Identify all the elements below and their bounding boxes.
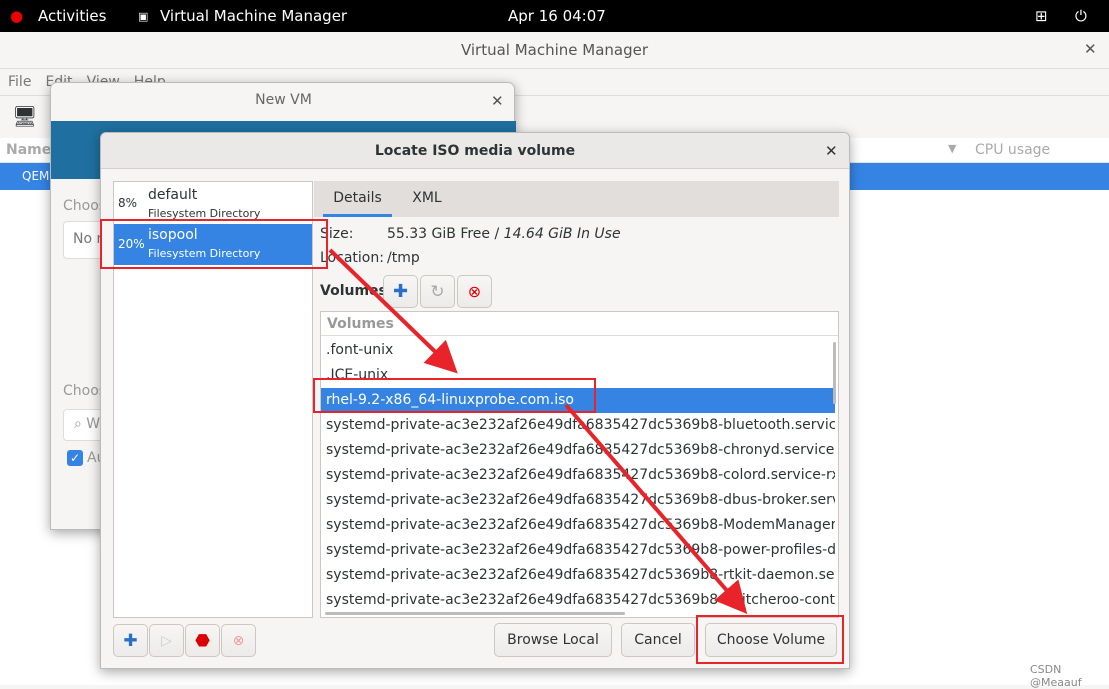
close-icon[interactable]: ✕ xyxy=(1084,40,1097,58)
volume-row[interactable]: systemd-private-ac3e232af26e49dfa6835427… xyxy=(321,488,835,513)
network-icon[interactable]: ⊞ xyxy=(1035,7,1048,25)
close-icon[interactable]: ✕ xyxy=(491,92,504,110)
volumes-column-header[interactable]: Volumes xyxy=(321,312,838,336)
close-icon[interactable]: ✕ xyxy=(825,142,838,160)
column-cpu[interactable]: CPU usage xyxy=(975,142,1050,158)
top-bar: ● Activities ▣ Virtual Machine Manager A… xyxy=(0,0,1109,32)
delete-icon: ⊗ xyxy=(467,282,482,301)
volume-row[interactable]: rhel-9.2-x86_64-linuxprobe.com.iso xyxy=(321,388,835,413)
add-volume-button[interactable]: ✚ xyxy=(383,275,418,308)
horizontal-scrollbar[interactable] xyxy=(325,612,625,615)
start-pool-button[interactable]: ▷ xyxy=(149,624,184,657)
dialog-title: Locate ISO media volume xyxy=(374,143,576,159)
clock[interactable]: Apr 16 04:07 xyxy=(508,7,606,25)
volume-row[interactable]: systemd-private-ac3e232af26e49dfa6835427… xyxy=(321,413,835,438)
redhat-icon: ● xyxy=(10,7,24,25)
size-label: Size: xyxy=(320,226,354,242)
volume-row[interactable]: .ICE-unix xyxy=(321,363,835,388)
tab-details[interactable]: Details xyxy=(323,181,392,217)
plus-icon: ✚ xyxy=(392,281,409,302)
tab-xml[interactable]: XML xyxy=(401,181,453,217)
stop-icon: ⬣ xyxy=(195,630,210,651)
new-vm-icon[interactable]: 🖥 xyxy=(12,104,37,128)
volume-row[interactable]: systemd-private-ac3e232af26e49dfa6835427… xyxy=(321,513,835,538)
new-vm-title: New VM xyxy=(255,92,312,108)
menu-file[interactable]: File xyxy=(8,74,31,90)
volume-row[interactable]: systemd-private-ac3e232af26e49dfa6835427… xyxy=(321,563,835,588)
delete-icon: ⊗ xyxy=(232,632,245,649)
auto-detect-checkbox[interactable]: ✓ xyxy=(67,450,83,466)
location-label: Location: xyxy=(320,250,384,266)
location-value: /tmp xyxy=(387,250,420,266)
volume-row[interactable]: systemd-private-ac3e232af26e49dfa6835427… xyxy=(321,588,835,613)
browse-local-button[interactable]: Browse Local xyxy=(494,623,612,657)
app-icon: ▣ xyxy=(138,10,149,23)
search-icon: ⌕ xyxy=(74,416,82,432)
pool-list: 8% default Filesystem Directory 20% isop… xyxy=(113,181,313,618)
stop-pool-button[interactable]: ⬣ xyxy=(185,624,220,657)
power-icon[interactable]: ⏻ xyxy=(1075,7,1087,25)
column-name[interactable]: Name xyxy=(6,142,51,158)
pool-isopool[interactable]: 20% isopool Filesystem Directory xyxy=(114,224,312,265)
cancel-button[interactable]: Cancel xyxy=(621,623,695,657)
volume-row[interactable]: systemd-private-ac3e232af26e49dfa6835427… xyxy=(321,438,835,463)
delete-pool-button[interactable]: ⊗ xyxy=(221,624,256,657)
play-icon: ▷ xyxy=(161,632,172,649)
app-menu[interactable]: Virtual Machine Manager xyxy=(160,7,347,25)
locate-iso-dialog: Locate ISO media volume ✕ 8% default Fil… xyxy=(100,132,850,669)
size-value: 55.33 GiB Free / 14.64 GiB In Use xyxy=(387,226,621,242)
volumes-label: Volumes xyxy=(320,283,387,299)
volume-row[interactable]: systemd-private-ac3e232af26e49dfa6835427… xyxy=(321,538,835,563)
pool-default[interactable]: 8% default Filesystem Directory xyxy=(114,184,312,224)
sort-icon: ▼ xyxy=(948,142,957,155)
vertical-scrollbar[interactable] xyxy=(833,342,836,404)
volume-row[interactable]: systemd-private-ac3e232af26e49dfa6835427… xyxy=(321,463,835,488)
refresh-button[interactable]: ↻ xyxy=(420,275,455,308)
plus-icon: ✚ xyxy=(123,630,138,651)
refresh-icon: ↻ xyxy=(430,281,445,302)
watermark: CSDN @Meaauf xyxy=(1030,663,1082,689)
volume-row[interactable]: .font-unix xyxy=(321,338,835,363)
choose-volume-button[interactable]: Choose Volume xyxy=(705,623,837,657)
activities-button[interactable]: Activities xyxy=(38,7,106,25)
window-title: Virtual Machine Manager xyxy=(460,41,649,59)
volume-list: Volumes .font-unix .ICE-unix rhel-9.2-x86_… xyxy=(320,311,839,618)
delete-volume-button[interactable]: ⊗ xyxy=(457,275,492,308)
add-pool-button[interactable]: ✚ xyxy=(113,624,148,657)
